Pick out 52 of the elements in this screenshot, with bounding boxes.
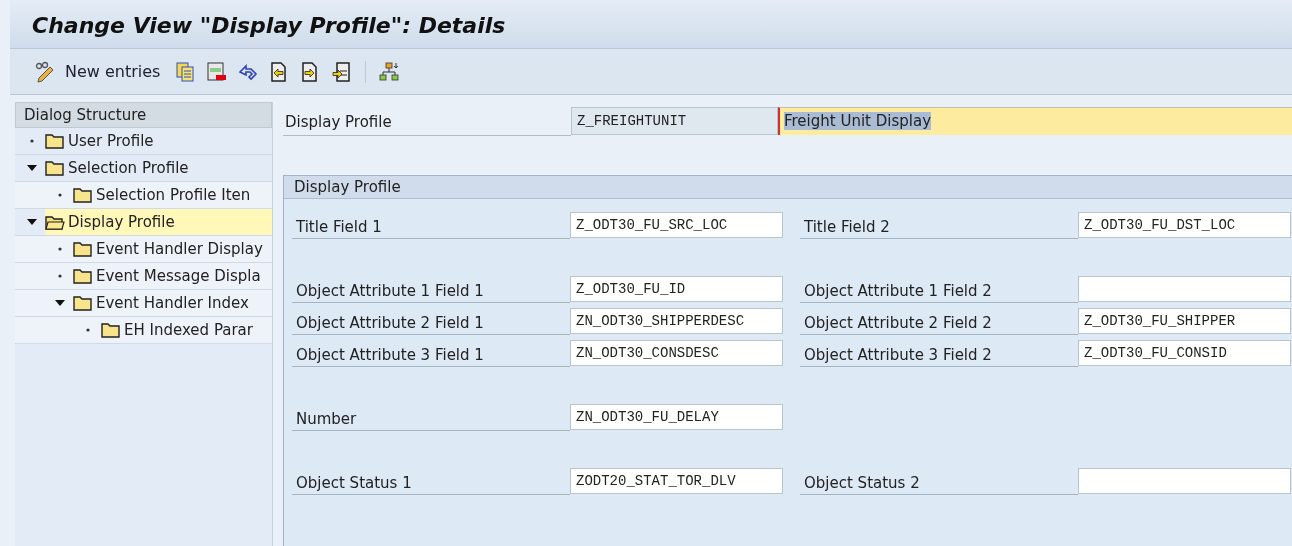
folder-icon — [73, 295, 93, 311]
input-field[interactable]: Z_ODT30_FU_SHIPPER — [1078, 308, 1291, 334]
field-label: Object Attribute 1 Field 2 — [800, 275, 1078, 303]
bullet-icon — [30, 139, 34, 143]
input-field[interactable]: Z_ODT30_FU_DST_LOC — [1078, 212, 1291, 238]
expanded-triangle-icon[interactable] — [27, 219, 37, 225]
glasses-pencil-icon[interactable] — [34, 60, 56, 83]
field-label: Number — [292, 403, 570, 431]
tree-item[interactable]: Display Profile — [45, 209, 272, 235]
tree-item[interactable]: User Profile — [45, 128, 272, 154]
input-field[interactable]: Z_ODT30_FU_CONSID — [1078, 340, 1291, 366]
field-label: Object Attribute 3 Field 2 — [800, 339, 1078, 367]
folder-icon — [45, 160, 65, 176]
panel-title: Dialog Structure — [15, 102, 272, 128]
bullet-icon — [58, 274, 62, 278]
input-field[interactable]: ZODT20_STAT_TOR_DLV — [570, 468, 783, 494]
field-label: Object Status 1 — [292, 467, 570, 495]
expanded-triangle-icon[interactable] — [27, 165, 37, 171]
open-folder-icon — [45, 214, 65, 230]
folder-icon — [73, 268, 93, 284]
input-field[interactable]: Z_ODT30_FU_SRC_LOC — [570, 212, 783, 238]
folder-icon — [73, 241, 93, 257]
input-field[interactable]: Z_FREIGHTUNIT — [571, 107, 778, 135]
bullet-icon — [86, 328, 90, 332]
new-entries-button[interactable]: New entries — [65, 62, 161, 81]
bullet-icon — [58, 247, 62, 251]
expanded-triangle-icon[interactable] — [55, 300, 65, 306]
input-field[interactable]: Z_ODT30_FU_ID — [570, 276, 783, 302]
last-page-icon[interactable] — [330, 60, 353, 83]
window-title: Change View "Display Profile": Details — [10, 0, 1292, 49]
folder-icon — [73, 187, 93, 203]
bullet-icon — [58, 193, 62, 197]
field-label: Object Attribute 1 Field 1 — [292, 275, 570, 303]
input-field[interactable]: ZN_ODT30_SHIPPERDESC — [570, 308, 783, 334]
field-label: Display Profile — [283, 106, 571, 136]
folder-icon — [45, 133, 65, 149]
input-field[interactable] — [1078, 468, 1291, 494]
field-label: Title Field 2 — [800, 211, 1078, 239]
input-field[interactable] — [1078, 276, 1291, 302]
section-header: Display Profile — [284, 176, 1292, 199]
input-field[interactable]: ZN_ODT30_FU_DELAY — [570, 404, 783, 430]
hierarchy-icon[interactable] — [379, 60, 402, 83]
field-label: Title Field 1 — [292, 211, 570, 239]
input-field[interactable]: Freight Unit Display — [778, 107, 1292, 135]
field-label: Object Attribute 2 Field 2 — [800, 307, 1078, 335]
field-label: Object Attribute 3 Field 1 — [292, 339, 570, 367]
input-field[interactable]: ZN_ODT30_CONSDESC — [570, 340, 783, 366]
folder-icon — [101, 322, 121, 338]
field-label: Object Attribute 2 Field 1 — [292, 307, 570, 335]
delete-icon[interactable] — [206, 60, 229, 83]
field-label: Object Status 2 — [800, 467, 1078, 495]
tree-item[interactable]: Selection Profile — [45, 155, 272, 181]
